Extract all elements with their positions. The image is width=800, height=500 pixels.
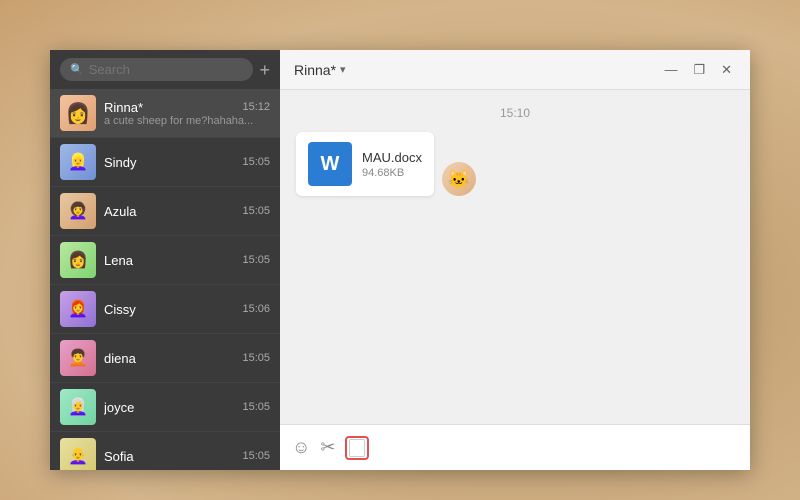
paste-button[interactable] (345, 436, 369, 460)
sender-avatar-face: 🐱 (442, 162, 476, 196)
avatar-azula: 👩‍🦱 (60, 193, 96, 229)
chevron-down-icon: ▾ (340, 63, 346, 76)
avatar-face-sindy: 👱‍♀️ (60, 144, 96, 180)
sidebar: 🔍 + 👩 Rinna* 15:12 a cute sheep for me?h… (50, 50, 280, 470)
contact-info-sofia: Sofia 15:05 (104, 449, 270, 464)
contact-name-azula: Azula (104, 204, 137, 219)
contact-info-diena: diena 15:05 (104, 351, 270, 366)
search-icon: 🔍 (70, 63, 84, 76)
avatar-face-azula: 👩‍🦱 (60, 193, 96, 229)
contact-item-rinna[interactable]: 👩 Rinna* 15:12 a cute sheep for me?hahah… (50, 89, 280, 138)
contact-time-rinna: 15:12 (242, 101, 270, 113)
sidebar-header: 🔍 + (50, 50, 280, 89)
window-controls: — ❐ ✕ (660, 61, 736, 78)
contact-name-row-joyce: joyce 15:05 (104, 400, 270, 415)
file-name: MAU.docx (362, 150, 422, 165)
title-bar: Rinna* ▾ — ❐ ✕ (280, 50, 750, 90)
avatar-face-cissy: 👩‍🦰 (60, 291, 96, 327)
contact-name-row-rinna: Rinna* 15:12 (104, 100, 270, 115)
contact-info-cissy: Cissy 15:06 (104, 302, 270, 317)
contact-time-cissy: 15:06 (242, 303, 270, 315)
message-row-file: W MAU.docx 94.68KB 🐱 (296, 132, 734, 196)
search-bar[interactable]: 🔍 (60, 58, 253, 81)
contact-preview-rinna: a cute sheep for me?hahaha... (104, 115, 270, 127)
contact-item-azula[interactable]: 👩‍🦱 Azula 15:05 (50, 187, 280, 236)
emoji-icon[interactable]: ☺ (292, 437, 310, 458)
message-time-label: 15:10 (296, 106, 734, 120)
contact-info-rinna: Rinna* 15:12 a cute sheep for me?hahaha.… (104, 100, 270, 127)
app-window: 🔍 + 👩 Rinna* 15:12 a cute sheep for me?h… (50, 50, 750, 470)
contact-name-row-cissy: Cissy 15:06 (104, 302, 270, 317)
contact-item-lena[interactable]: 👩 Lena 15:05 (50, 236, 280, 285)
file-info: MAU.docx 94.68KB (362, 150, 422, 179)
contact-time-lena: 15:05 (242, 254, 270, 266)
contact-name-row-diena: diena 15:05 (104, 351, 270, 366)
sender-avatar: 🐱 (442, 162, 476, 196)
contact-item-sindy[interactable]: 👱‍♀️ Sindy 15:05 (50, 138, 280, 187)
scissors-icon[interactable]: ✂ (320, 437, 335, 458)
chat-title: Rinna* ▾ (294, 62, 346, 78)
paste-inner-icon (349, 439, 365, 457)
avatar-face-sofia: 👩‍🦲 (60, 438, 96, 470)
contact-time-joyce: 15:05 (242, 401, 270, 413)
contact-list: 👩 Rinna* 15:12 a cute sheep for me?hahah… (50, 89, 280, 470)
contact-name-rinna: Rinna* (104, 100, 143, 115)
contact-name-lena: Lena (104, 253, 133, 268)
add-contact-button[interactable]: + (259, 61, 270, 79)
avatar-face-rinna: 👩 (60, 95, 96, 131)
restore-button[interactable]: ❐ (689, 61, 709, 78)
chat-area: Rinna* ▾ — ❐ ✕ 15:10 W MAU.docx 94.68KB (280, 50, 750, 470)
contact-info-joyce: joyce 15:05 (104, 400, 270, 415)
contact-name-sindy: Sindy (104, 155, 137, 170)
contact-item-diena[interactable]: 🧑‍🦱 diena 15:05 (50, 334, 280, 383)
contact-item-joyce[interactable]: 👩‍🦳 joyce 15:05 (50, 383, 280, 432)
minimize-button[interactable]: — (660, 61, 681, 78)
contact-info-azula: Azula 15:05 (104, 204, 270, 219)
contact-name-cissy: Cissy (104, 302, 136, 317)
contact-name-row-sofia: Sofia 15:05 (104, 449, 270, 464)
avatar-cissy: 👩‍🦰 (60, 291, 96, 327)
file-size: 94.68KB (362, 167, 422, 179)
avatar-joyce: 👩‍🦳 (60, 389, 96, 425)
contact-name-row-lena: Lena 15:05 (104, 253, 270, 268)
contact-item-cissy[interactable]: 👩‍🦰 Cissy 15:06 (50, 285, 280, 334)
contact-time-sofia: 15:05 (242, 450, 270, 462)
contact-time-diena: 15:05 (242, 352, 270, 364)
word-icon: W (308, 142, 352, 186)
avatar-sofia: 👩‍🦲 (60, 438, 96, 470)
contact-info-sindy: Sindy 15:05 (104, 155, 270, 170)
chat-input-bar: ☺ ✂ (280, 424, 750, 470)
contact-name-diena: diena (104, 351, 136, 366)
contact-name-row-azula: Azula 15:05 (104, 204, 270, 219)
contact-item-sofia[interactable]: 👩‍🦲 Sofia 15:05 (50, 432, 280, 470)
contact-name-sofia: Sofia (104, 449, 134, 464)
contact-info-lena: Lena 15:05 (104, 253, 270, 268)
avatar-rinna: 👩 (60, 95, 96, 131)
avatar-lena: 👩 (60, 242, 96, 278)
avatar-face-joyce: 👩‍🦳 (60, 389, 96, 425)
contact-name-row-sindy: Sindy 15:05 (104, 155, 270, 170)
messages-area: 15:10 W MAU.docx 94.68KB 🐱 (280, 90, 750, 424)
contact-time-azula: 15:05 (242, 205, 270, 217)
close-button[interactable]: ✕ (717, 61, 736, 78)
contact-time-sindy: 15:05 (242, 156, 270, 168)
avatar-face-diena: 🧑‍🦱 (60, 340, 96, 376)
avatar-sindy: 👱‍♀️ (60, 144, 96, 180)
avatar-face-lena: 👩 (60, 242, 96, 278)
avatar-diena: 🧑‍🦱 (60, 340, 96, 376)
chat-recipient-name: Rinna* (294, 62, 336, 78)
search-input[interactable] (89, 62, 244, 77)
file-bubble[interactable]: W MAU.docx 94.68KB (296, 132, 434, 196)
contact-name-joyce: joyce (104, 400, 134, 415)
